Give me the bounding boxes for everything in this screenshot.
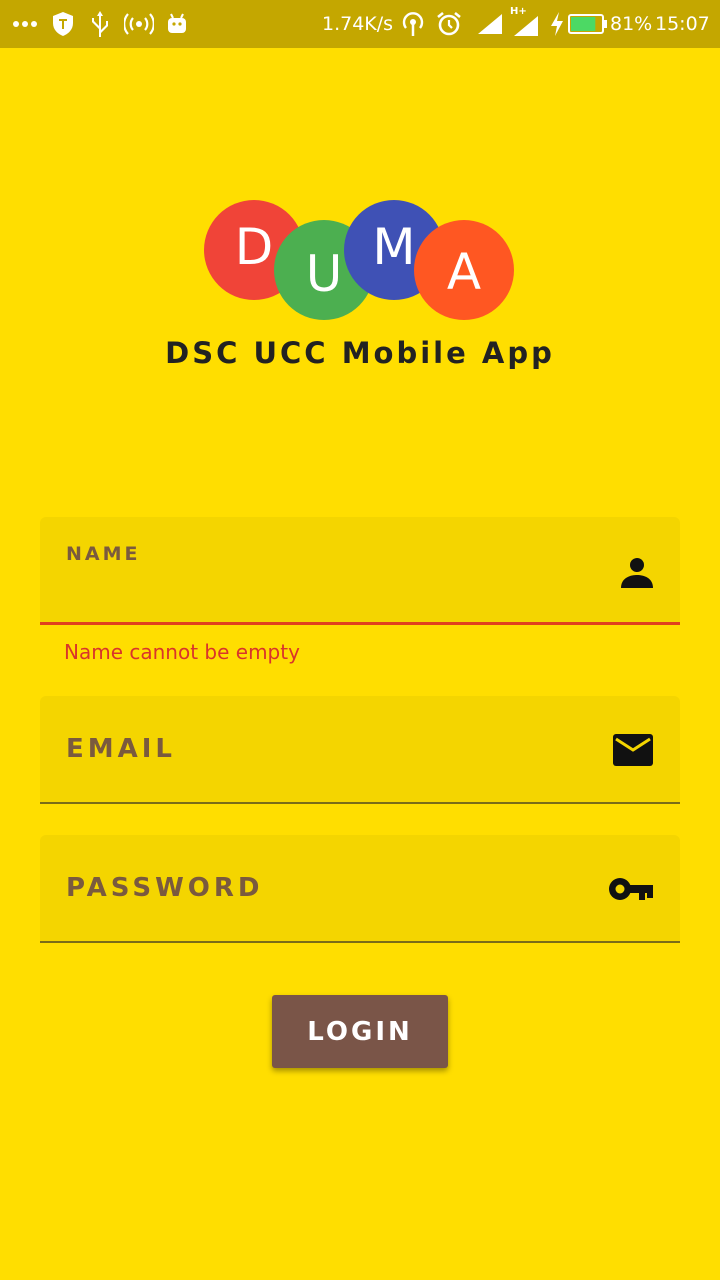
logo-letter-a: A: [414, 220, 514, 320]
net-speed: 1.74K/s: [322, 13, 394, 35]
clock: 15:07: [655, 13, 710, 35]
more-dots-icon: [12, 0, 38, 48]
key-icon: [608, 875, 654, 908]
email-label: EMAIL: [66, 734, 176, 764]
signal-icon: [476, 0, 504, 48]
duma-logo: D U M A: [200, 196, 520, 324]
battery-percent: 81%: [610, 13, 653, 35]
battery-icon: [568, 0, 608, 48]
shield-icon: [52, 0, 74, 48]
password-field[interactable]: PASSWORD: [40, 835, 680, 943]
email-field[interactable]: EMAIL: [40, 696, 680, 804]
alarm-icon: [436, 0, 462, 48]
password-label: PASSWORD: [66, 873, 264, 903]
name-underline: [40, 622, 680, 625]
name-label: NAME: [66, 543, 141, 565]
network-type: H+: [510, 6, 527, 17]
login-button[interactable]: LOGIN: [272, 995, 448, 1068]
email-underline: [40, 802, 680, 804]
hotspot-icon: [124, 0, 154, 48]
status-bar: 1.74K/s H+ 81% 15:07: [0, 0, 720, 48]
charging-icon: [550, 0, 564, 48]
password-underline: [40, 941, 680, 943]
mail-icon: [612, 733, 654, 772]
app-title: DSC UCC Mobile App: [165, 336, 555, 370]
wifi-tethering-icon: [400, 0, 426, 48]
name-error-message: Name cannot be empty: [64, 640, 300, 664]
person-icon: [620, 555, 654, 594]
android-icon: [166, 0, 188, 48]
usb-icon: [90, 0, 110, 48]
name-field[interactable]: NAME: [40, 517, 680, 625]
